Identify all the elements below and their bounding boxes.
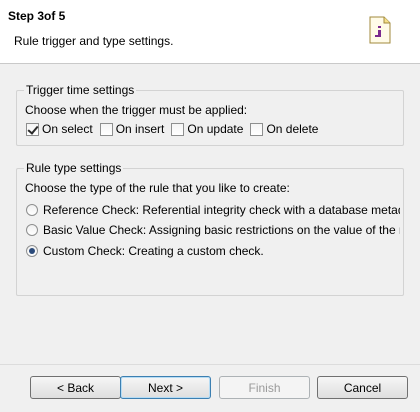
back-button[interactable]: < Back xyxy=(30,376,121,399)
on-update-label: On update xyxy=(187,122,244,136)
trigger-checkbox-row: On select On insert On update On delete xyxy=(26,122,325,136)
on-insert-label: On insert xyxy=(115,122,165,136)
footer-separator xyxy=(0,364,420,365)
checkbox-unchecked-icon[interactable] xyxy=(171,122,185,136)
document-wizard-icon xyxy=(369,16,391,44)
next-button[interactable]: Next > xyxy=(120,376,211,399)
on-insert-checkbox[interactable]: On insert xyxy=(99,122,165,136)
wizard-header: Step 3of 5 Rule trigger and type setting… xyxy=(0,0,420,64)
checkbox-unchecked-icon[interactable] xyxy=(99,122,113,136)
basic-value-check-radio[interactable]: Basic Value Check: Assigning basic restr… xyxy=(26,223,400,237)
trigger-time-group: Trigger time settings Choose when the tr… xyxy=(16,83,404,146)
basic-value-check-label: Basic Value Check: Assigning basic restr… xyxy=(43,223,400,237)
finish-button[interactable]: Finish xyxy=(219,376,310,399)
radio-unselected-icon[interactable] xyxy=(26,204,38,216)
on-update-checkbox[interactable]: On update xyxy=(171,122,243,136)
step-title: Step 3of 5 xyxy=(8,9,66,23)
reference-check-label: Reference Check: Referential integrity c… xyxy=(43,203,400,217)
on-select-label: On select xyxy=(42,122,93,136)
radio-selected-icon[interactable] xyxy=(26,245,38,257)
trigger-time-legend: Trigger time settings xyxy=(24,83,137,97)
cancel-button[interactable]: Cancel xyxy=(317,376,408,399)
rule-type-description: Choose the type of the rule that you lik… xyxy=(25,181,290,195)
rule-type-group: Rule type settings Choose the type of th… xyxy=(16,161,404,296)
step-subtitle: Rule trigger and type settings. xyxy=(14,34,174,48)
on-delete-label: On delete xyxy=(266,122,319,136)
radio-unselected-icon[interactable] xyxy=(26,224,38,236)
checkbox-checked-icon[interactable] xyxy=(26,122,39,136)
checkbox-unchecked-icon[interactable] xyxy=(250,122,264,136)
trigger-time-description: Choose when the trigger must be applied: xyxy=(25,103,248,117)
on-delete-checkbox[interactable]: On delete xyxy=(250,122,318,136)
rule-type-legend: Rule type settings xyxy=(24,161,124,175)
reference-check-radio[interactable]: Reference Check: Referential integrity c… xyxy=(26,203,400,217)
on-select-checkbox[interactable]: On select xyxy=(26,122,93,136)
custom-check-label: Custom Check: Creating a custom check. xyxy=(43,244,264,258)
custom-check-radio[interactable]: Custom Check: Creating a custom check. xyxy=(26,244,400,258)
